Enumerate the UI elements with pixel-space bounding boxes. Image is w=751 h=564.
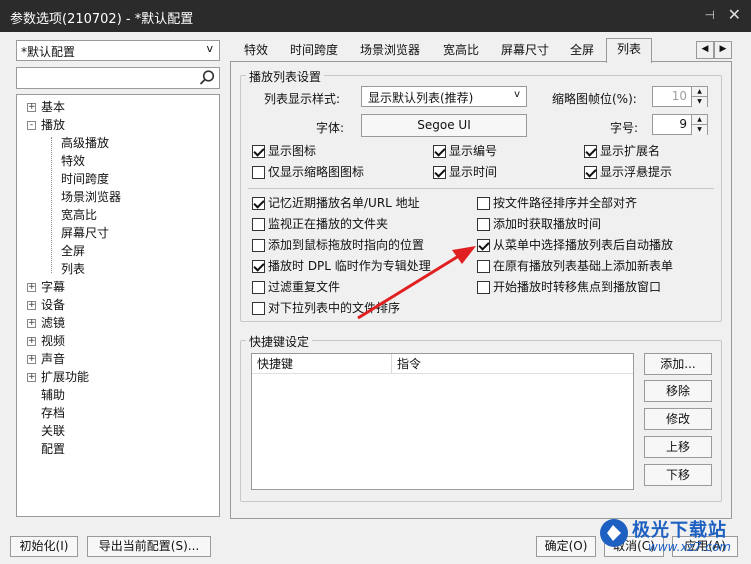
tab-time-span[interactable]: 时间跨度 (282, 40, 346, 62)
remove-shortcut-button[interactable]: 移除 (644, 380, 712, 402)
tab-aspect-ratio[interactable]: 宽高比 (434, 40, 488, 62)
close-icon[interactable]: ✕ (728, 5, 741, 24)
thumb-fps-spinner[interactable]: 10 ▲ ▼ (652, 86, 708, 107)
font-button[interactable]: Segoe UI (361, 114, 527, 137)
title-bar: 参数选项(210702) - *默认配置 ⊣ ✕ (0, 0, 751, 32)
spin-up-icon[interactable]: ▲ (691, 87, 707, 97)
expand-icon[interactable]: + (27, 337, 36, 346)
add-shortcut-button[interactable]: 添加... (644, 353, 712, 375)
tree-item-archive[interactable]: 存档 (41, 405, 65, 422)
expand-icon[interactable]: + (27, 319, 36, 328)
shortcuts-title: 快捷键设定 (246, 333, 313, 350)
profile-select[interactable]: *默认配置 v (16, 40, 220, 61)
list-style-select[interactable]: 显示默认列表(推荐) v (361, 86, 527, 107)
tree-item-association[interactable]: 关联 (41, 423, 65, 440)
tree-item-fullscreen[interactable]: 全屏 (61, 243, 85, 260)
tree-item-assist[interactable]: 辅助 (41, 387, 65, 404)
watermark-text: 极光下载站 (632, 520, 727, 541)
spin-down-icon[interactable]: ▼ (691, 125, 707, 135)
tree-item-effects[interactable]: 特效 (61, 153, 85, 170)
collapse-icon[interactable]: - (27, 121, 36, 130)
pin-icon[interactable]: ⊣ (705, 8, 715, 22)
chevron-down-icon: v (206, 42, 213, 55)
spin-up-icon[interactable]: ▲ (691, 115, 707, 125)
list-style-label: 列表显示样式: (264, 92, 341, 106)
column-header-shortcut[interactable]: 快捷键 (252, 354, 392, 374)
initialize-button[interactable]: 初始化(I) (10, 536, 78, 557)
watermark-url: www.xz7.com (648, 540, 731, 554)
font-size-spinner[interactable]: 9 ▲ ▼ (652, 114, 708, 135)
font-size-label: 字号: (610, 121, 639, 135)
tab-scroll-left-icon[interactable]: ◀ (696, 41, 714, 59)
tree-item-playlist[interactable]: 列表 (61, 261, 85, 278)
tab-playlist[interactable]: 列表 (606, 38, 652, 63)
tab-screen-size[interactable]: 屏幕尺寸 (492, 40, 558, 62)
chevron-down-icon: v (514, 89, 520, 100)
font-label: 字体: (316, 121, 345, 135)
window-title: 参数选项(210702) - *默认配置 (10, 12, 194, 27)
export-config-button[interactable]: 导出当前配置(S)... (87, 536, 211, 557)
tree-item-config[interactable]: 配置 (41, 441, 65, 458)
column-header-command[interactable]: 指令 (392, 354, 633, 374)
tab-fullscreen[interactable]: 全屏 (562, 40, 602, 62)
watermark-logo-icon (600, 519, 628, 547)
move-down-button[interactable]: 下移 (644, 464, 712, 486)
tab-scene-browser[interactable]: 场景浏览器 (352, 40, 428, 62)
expand-icon[interactable]: + (27, 283, 36, 292)
tree-item-advanced-playback[interactable]: 高级播放 (61, 135, 109, 152)
expand-icon[interactable]: + (27, 301, 36, 310)
separator (248, 188, 714, 189)
search-input[interactable] (16, 67, 220, 89)
watermark: 极光下载站 www.xz7.com (598, 515, 748, 559)
category-tree[interactable]: + 基本 - 播放 高级播放 特效 时间跨度 场景浏览器 宽高比 屏幕尺寸 全屏… (16, 94, 220, 517)
tree-connector (51, 137, 52, 273)
expand-icon[interactable]: + (27, 103, 36, 112)
expand-icon[interactable]: + (27, 355, 36, 364)
tab-bar: 特效 时间跨度 场景浏览器 宽高比 屏幕尺寸 全屏 列表 (234, 38, 674, 63)
edit-shortcut-button[interactable]: 修改 (644, 408, 712, 430)
move-up-button[interactable]: 上移 (644, 436, 712, 458)
tab-scroll-right-icon[interactable]: ▶ (714, 41, 732, 59)
spin-down-icon[interactable]: ▼ (691, 97, 707, 107)
tree-item-screen-size[interactable]: 屏幕尺寸 (61, 225, 109, 242)
search-icon[interactable] (198, 69, 216, 87)
playlist-settings-title: 播放列表设置 (246, 68, 325, 85)
tree-item-scene-browser[interactable]: 场景浏览器 (61, 189, 121, 206)
shortcuts-list[interactable]: 快捷键 指令 (251, 353, 634, 490)
profile-select-value: *默认配置 (21, 45, 76, 59)
tab-effects[interactable]: 特效 (234, 40, 278, 62)
tree-item-aspect-ratio[interactable]: 宽高比 (61, 207, 97, 224)
expand-icon[interactable]: + (27, 373, 36, 382)
ok-button[interactable]: 确定(O) (536, 536, 596, 557)
tree-item-time-span[interactable]: 时间跨度 (61, 171, 109, 188)
thumb-fps-label: 缩略图帧位(%): (552, 92, 637, 106)
